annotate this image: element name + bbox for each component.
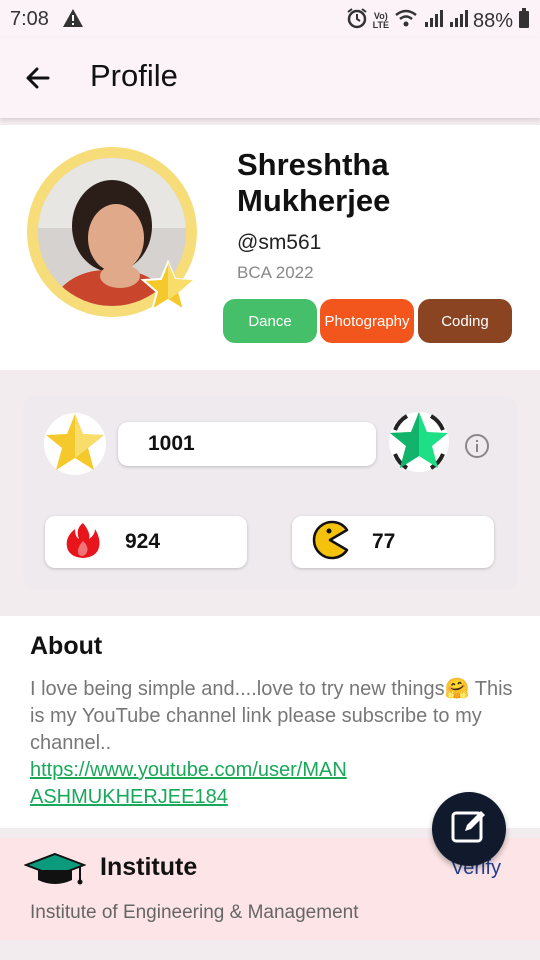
- battery-percent: 88%: [472, 9, 513, 32]
- graduation-cap-icon: [23, 852, 87, 893]
- interest-chip-photography[interactable]: Photography: [320, 299, 414, 343]
- profile-card: Shreshtha Mukherjee @sm561 BCA 2022 Danc…: [0, 125, 540, 370]
- pacman-icon: [310, 520, 350, 565]
- battery-icon: [518, 8, 530, 34]
- wifi-icon: [394, 8, 418, 34]
- chip-label: Coding: [441, 312, 489, 330]
- points-box: 1001: [118, 422, 376, 466]
- streak-value: 924: [125, 530, 161, 553]
- institute-title: Institute: [100, 853, 198, 881]
- profile-name: Shreshtha Mukherjee: [237, 147, 391, 218]
- lte-icon: Vo) LTE: [372, 11, 389, 30]
- points-value: 1001: [148, 432, 195, 455]
- about-title: About: [30, 632, 103, 660]
- profile-batch: BCA 2022: [237, 263, 314, 282]
- alarm-icon: [346, 7, 368, 35]
- status-icons: Vo) LTE 88%: [346, 7, 530, 35]
- arrow-left-icon[interactable]: [20, 60, 56, 96]
- signal-icon-2: [448, 8, 468, 34]
- page-title: Profile: [90, 58, 178, 93]
- status-bar: 7:08 Vo) LTE 88%: [0, 0, 540, 38]
- interest-chip-dance[interactable]: Dance: [223, 299, 317, 343]
- status-time: 7:08: [10, 8, 49, 30]
- green-star-icon: [385, 408, 453, 481]
- youtube-link[interactable]: https://www.youtube.com/user/MANASHMUKHE…: [30, 757, 350, 811]
- edit-icon: [449, 807, 489, 852]
- fire-icon: [65, 521, 101, 564]
- warning-icon: [62, 8, 84, 33]
- stats-card: 1001 924 77: [23, 396, 517, 590]
- games-box: 77: [292, 516, 494, 568]
- edit-profile-button[interactable]: [432, 792, 506, 866]
- institute-name: Institute of Engineering & Management: [30, 902, 359, 923]
- interest-chip-coding[interactable]: Coding: [418, 299, 512, 343]
- signal-icon: [423, 8, 443, 34]
- app-bar: Profile: [0, 38, 540, 118]
- profile-handle: @sm561: [237, 231, 322, 254]
- streak-box: 924: [45, 516, 247, 568]
- star-badge-icon: [140, 259, 196, 320]
- gold-star-icon: [43, 410, 107, 481]
- info-icon[interactable]: [464, 433, 490, 464]
- about-bio: I love being simple and....love to try n…: [30, 676, 520, 811]
- chip-label: Dance: [248, 312, 292, 330]
- about-bio-text: I love being simple and....love to try n…: [30, 678, 513, 754]
- chip-label: Photography: [324, 312, 410, 330]
- games-value: 77: [372, 530, 396, 553]
